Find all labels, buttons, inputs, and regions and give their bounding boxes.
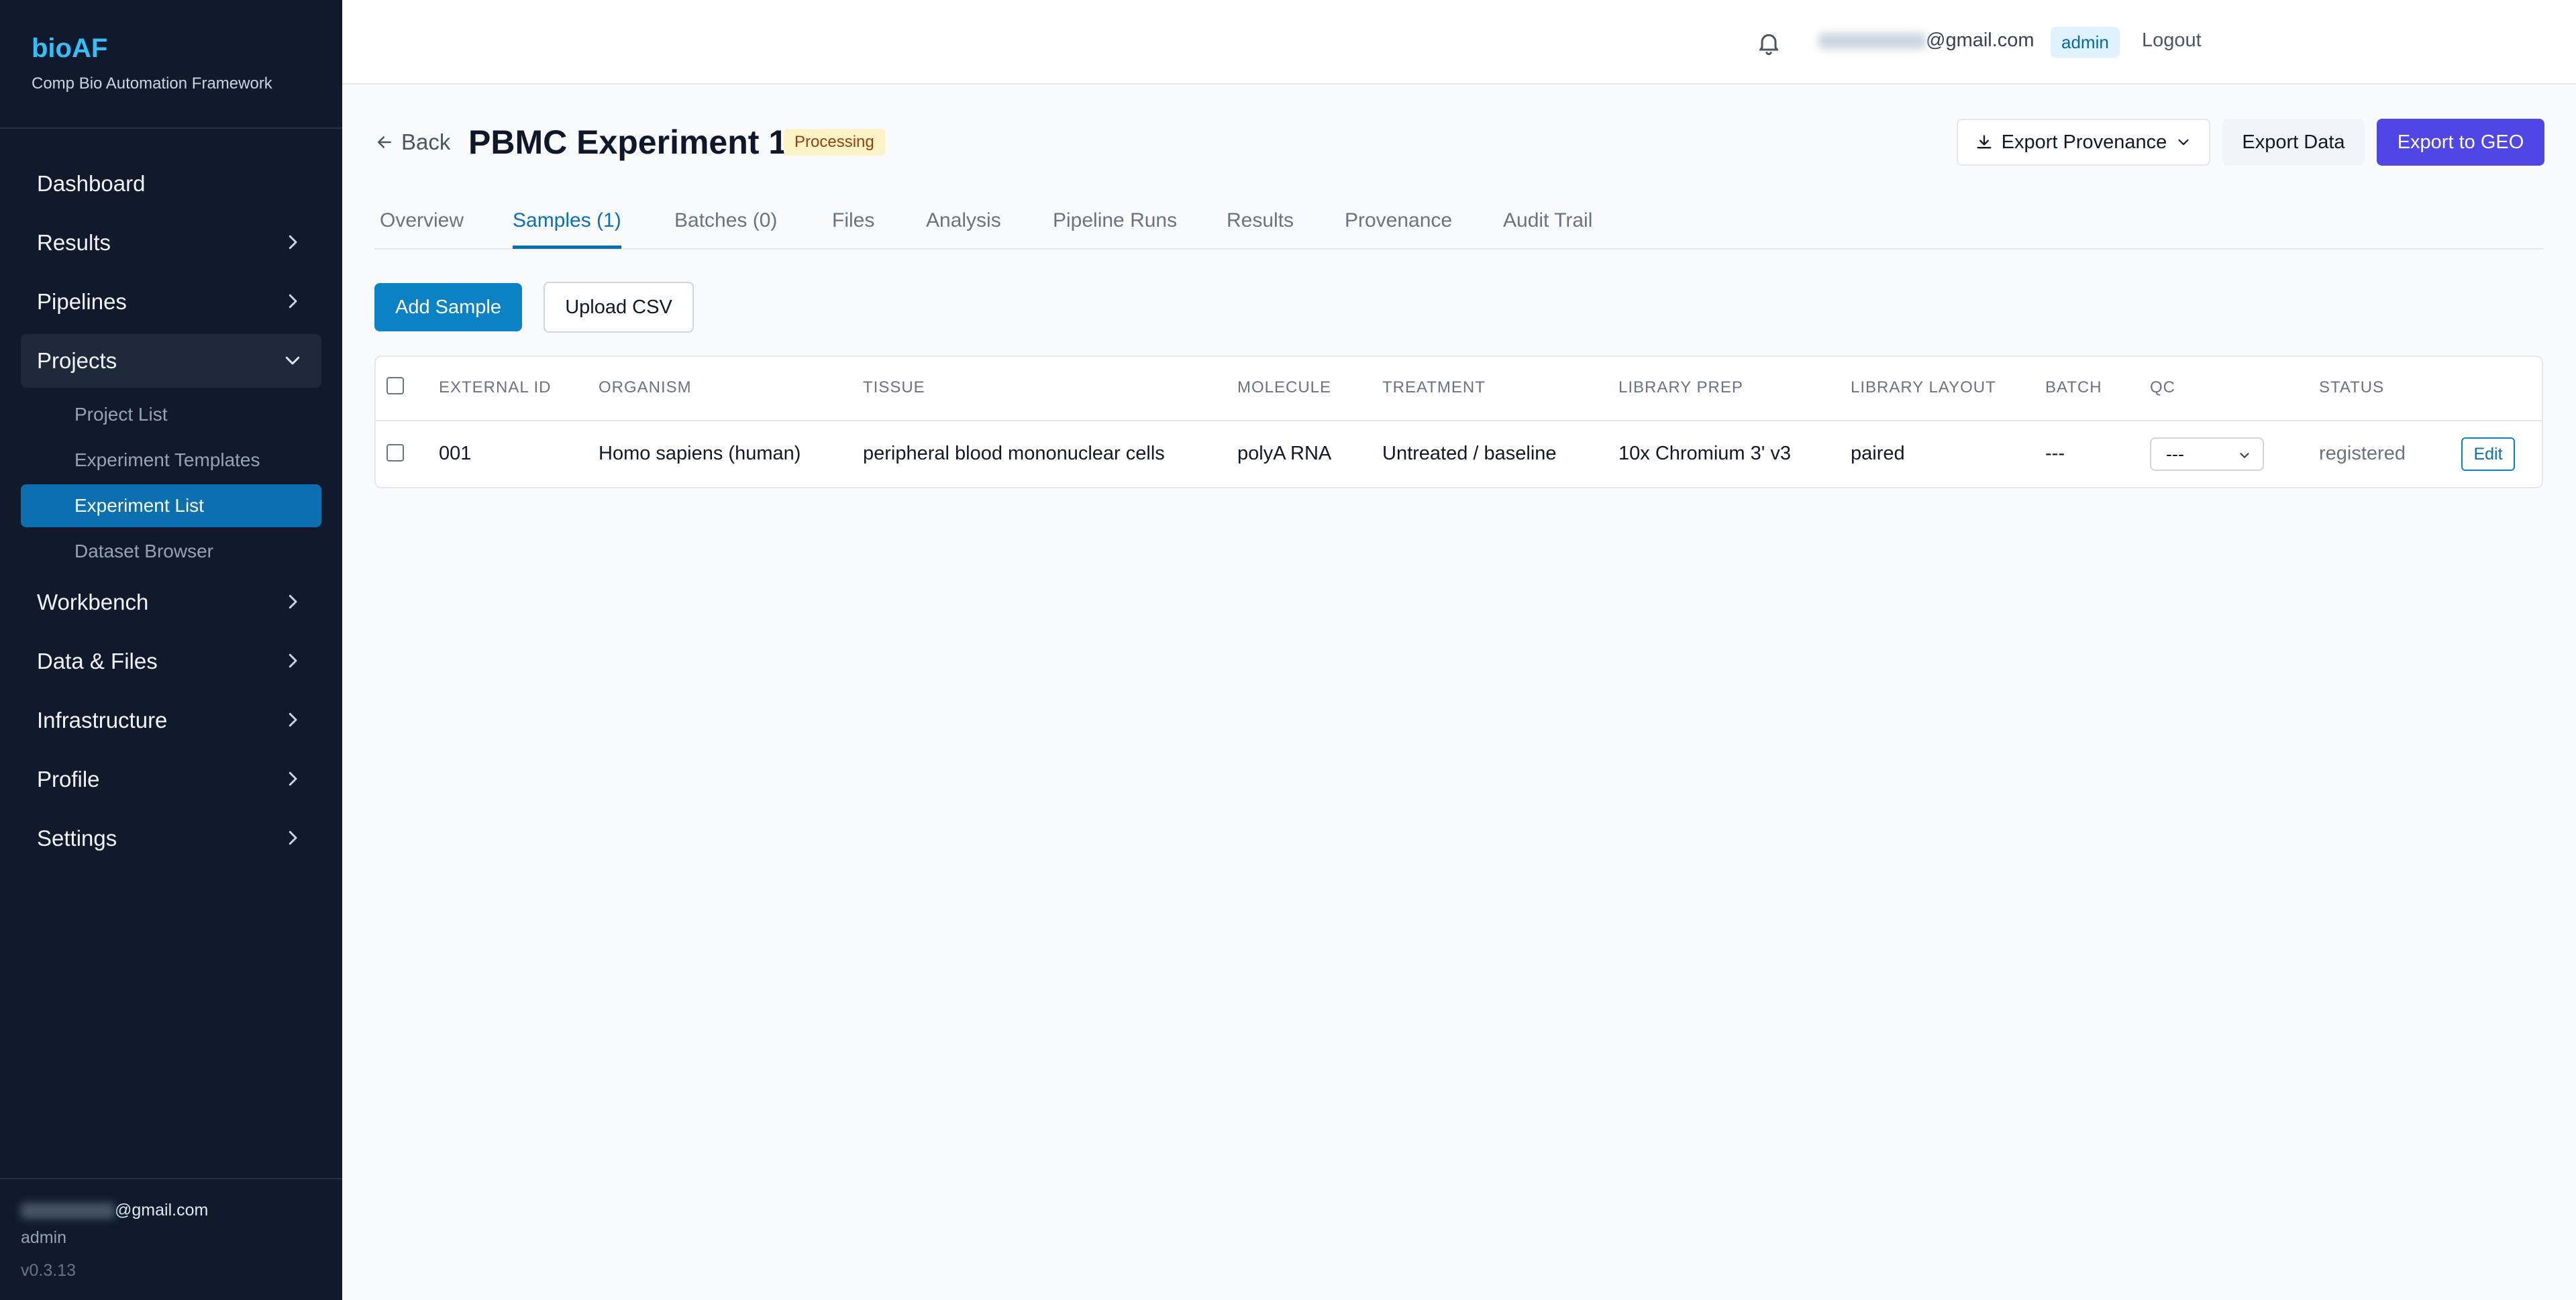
sidebar-nav: Dashboard Results Pipelines Projects Pro… — [0, 129, 342, 865]
upload-csv-button[interactable]: Upload CSV — [544, 282, 694, 333]
page-title: PBMC Experiment 1 — [468, 123, 788, 161]
tab-provenance[interactable]: Provenance — [1345, 209, 1452, 246]
add-sample-button[interactable]: Add Sample — [374, 283, 522, 331]
export-provenance-label: Export Provenance — [2001, 131, 2167, 153]
select-all-checkbox[interactable] — [387, 377, 404, 394]
back-link[interactable]: Back — [374, 129, 450, 155]
column-header-external-id[interactable]: EXTERNAL ID — [439, 378, 551, 397]
cell-status: registered — [2319, 443, 2406, 464]
sidebar-item-workbench[interactable]: Workbench — [21, 576, 321, 629]
email-domain: @gmail.com — [1926, 30, 2034, 51]
arrow-left-icon — [378, 136, 391, 148]
notification-bell-icon[interactable] — [1755, 28, 1782, 58]
download-icon — [1977, 135, 1992, 149]
chevron-down-icon — [2240, 453, 2249, 458]
back-label: Back — [401, 129, 451, 154]
sidebar-item-label: Results — [37, 230, 111, 255]
sidebar-subitem-experiment-templates[interactable]: Experiment Templates — [21, 439, 321, 482]
sidebar-item-projects[interactable]: Projects — [21, 334, 321, 388]
edit-button[interactable]: Edit — [2461, 437, 2515, 471]
sidebar: bioAF Comp Bio Automation Framework Dash… — [0, 0, 342, 1300]
sidebar-subitem-dataset-browser[interactable]: Dataset Browser — [21, 530, 321, 573]
export-provenance-button[interactable]: Export Provenance — [1957, 119, 2210, 166]
tab-results[interactable]: Results — [1227, 209, 1294, 246]
column-header-organism[interactable]: ORGANISM — [599, 378, 692, 397]
export-to-geo-button[interactable]: Export to GEO — [2377, 119, 2544, 166]
chevron-right-icon — [289, 294, 297, 309]
tab-batches[interactable]: Batches (0) — [674, 209, 777, 246]
sidebar-item-results[interactable]: Results — [21, 216, 321, 270]
cell-molecule: polyA RNA — [1237, 443, 1332, 464]
sidebar-item-label: Dashboard — [37, 171, 146, 196]
tab-samples[interactable]: Samples (1) — [513, 209, 621, 249]
sidebar-user-role: admin — [21, 1228, 67, 1247]
column-header-status[interactable]: STATUS — [2319, 378, 2384, 397]
redacted-email-prefix — [1818, 33, 1926, 50]
brand: bioAF Comp Bio Automation Framework — [0, 0, 342, 129]
status-badge: Processing — [784, 129, 885, 156]
sidebar-item-label: Settings — [37, 826, 117, 851]
table-header: EXTERNAL ID ORGANISM TISSUE MOLECULE TRE… — [376, 357, 2542, 421]
topbar — [342, 0, 2576, 85]
chevron-right-icon — [289, 235, 297, 250]
qc-select[interactable]: --- — [2150, 437, 2264, 471]
chevron-right-icon — [289, 653, 297, 668]
column-header-qc[interactable]: QC — [2150, 378, 2175, 397]
column-header-molecule[interactable]: MOLECULE — [1237, 378, 1331, 397]
sidebar-item-profile[interactable]: Profile — [21, 753, 321, 806]
sidebar-item-label: Pipelines — [37, 289, 127, 314]
sidebar-subitem-project-list[interactable]: Project List — [21, 393, 321, 436]
sidebar-item-label: Infrastructure — [37, 708, 168, 733]
redacted-email-prefix — [21, 1203, 115, 1220]
chevron-down-icon — [285, 356, 300, 365]
sidebar-item-label: Workbench — [37, 590, 149, 614]
export-data-button[interactable]: Export Data — [2222, 119, 2365, 166]
cell-batch: --- — [2045, 443, 2065, 464]
sidebar-user-email: @gmail.com — [21, 1201, 321, 1220]
chevron-right-icon — [289, 594, 297, 609]
chevron-down-icon — [2178, 139, 2189, 146]
tab-files[interactable]: Files — [832, 209, 874, 246]
sidebar-subitem-experiment-list[interactable]: Experiment List — [21, 484, 321, 527]
sidebar-footer: @gmail.com admin v0.3.13 — [0, 1178, 342, 1300]
tab-audit-trail[interactable]: Audit Trail — [1503, 209, 1592, 246]
app-version: v0.3.13 — [21, 1261, 76, 1280]
cell-treatment: Untreated / baseline — [1382, 443, 1557, 464]
chevron-right-icon — [289, 830, 297, 845]
samples-table: EXTERNAL ID ORGANISM TISSUE MOLECULE TRE… — [374, 356, 2543, 488]
cell-external-id: 001 — [439, 443, 472, 464]
column-header-treatment[interactable]: TREATMENT — [1382, 378, 1486, 397]
projects-submenu: Project List Experiment Templates Experi… — [21, 393, 321, 573]
sidebar-item-infrastructure[interactable]: Infrastructure — [21, 694, 321, 747]
sidebar-item-label: Profile — [37, 767, 100, 792]
topbar-user-email: @gmail.com — [1818, 30, 2034, 52]
column-header-batch[interactable]: BATCH — [2045, 378, 2102, 397]
tab-pipeline-runs[interactable]: Pipeline Runs — [1053, 209, 1177, 246]
role-badge: admin — [2051, 27, 2120, 58]
sidebar-item-label: Projects — [37, 348, 117, 373]
sidebar-item-pipelines[interactable]: Pipelines — [21, 275, 321, 329]
tab-analysis[interactable]: Analysis — [926, 209, 1001, 246]
cell-library-layout: paired — [1851, 443, 1905, 464]
qc-selected-value: --- — [2166, 443, 2184, 464]
cell-library-prep: 10x Chromium 3' v3 — [1618, 443, 1791, 464]
column-header-library-prep[interactable]: LIBRARY PREP — [1618, 378, 1743, 397]
sidebar-item-data-files[interactable]: Data & Files — [21, 635, 321, 688]
chevron-right-icon — [289, 771, 297, 786]
tab-overview[interactable]: Overview — [380, 209, 464, 246]
chevron-right-icon — [289, 712, 297, 727]
sidebar-item-label: Data & Files — [37, 649, 158, 673]
logout-link[interactable]: Logout — [2142, 30, 2202, 52]
cell-tissue: peripheral blood mononuclear cells — [863, 443, 1165, 464]
column-header-library-layout[interactable]: LIBRARY LAYOUT — [1851, 378, 1996, 397]
sidebar-item-settings[interactable]: Settings — [21, 812, 321, 865]
tab-bar: Overview Samples (1) Batches (0) Files A… — [374, 201, 2543, 250]
brand-subtitle: Comp Bio Automation Framework — [32, 74, 272, 93]
brand-title[interactable]: bioAF — [32, 34, 311, 64]
column-header-tissue[interactable]: TISSUE — [863, 378, 925, 397]
email-domain: @gmail.com — [115, 1201, 209, 1220]
cell-organism: Homo sapiens (human) — [599, 443, 801, 464]
row-checkbox[interactable] — [387, 444, 404, 462]
sidebar-item-dashboard[interactable]: Dashboard — [21, 157, 321, 211]
